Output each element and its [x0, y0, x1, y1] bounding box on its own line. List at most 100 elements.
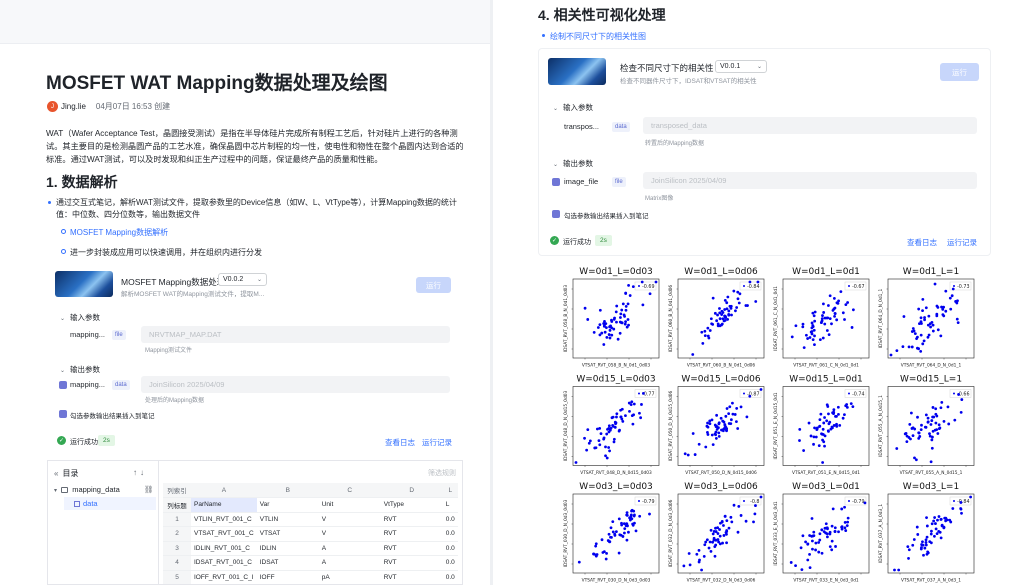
scatter-point	[639, 416, 643, 420]
view-log-link[interactable]: 查看日志	[385, 437, 415, 448]
scatter-point	[736, 530, 740, 534]
output-params-toggle[interactable]: ⌄ 输出参数	[553, 158, 593, 169]
table-cell[interactable]: 0.0	[442, 512, 458, 527]
table-row[interactable]: 2 VTSAT_RVT_001_C VTSAT V RVT 0.0	[163, 526, 458, 542]
run-status: 运行成功	[70, 439, 98, 446]
run-button[interactable]: 运行	[940, 63, 979, 81]
scatter-point	[640, 280, 644, 284]
run-record-link[interactable]: 运行记录	[422, 437, 452, 448]
table-cell[interactable]: 0.0	[442, 570, 458, 584]
row-number-cell[interactable]: 3	[163, 541, 191, 556]
row-number-cell[interactable]: 4	[163, 555, 191, 571]
table-cell[interactable]: IDSAT_RVT_001_C	[191, 555, 257, 571]
legend-marker	[743, 500, 745, 502]
table-cell[interactable]: IOFF_RVT_001_C_I	[191, 570, 257, 584]
collapse-icon[interactable]: «	[54, 469, 58, 478]
table-cell[interactable]: A	[191, 483, 257, 498]
table-cell[interactable]: RVT	[380, 541, 443, 556]
link-correlation-plot[interactable]: 绘制不同尺寸下的相关性图	[542, 31, 646, 42]
avatar[interactable]: J	[47, 101, 58, 112]
row-number-cell[interactable]: 1	[163, 512, 191, 527]
scatter-point	[832, 296, 836, 300]
table-cell[interactable]: L	[442, 483, 458, 498]
table-cell[interactable]: Var	[256, 497, 319, 513]
filter-rules-link[interactable]: 筛选规则	[428, 468, 456, 478]
scatter-point	[613, 316, 616, 320]
run-button[interactable]: 运行	[416, 277, 451, 293]
input-params-toggle[interactable]: ⌄ 输入参数	[553, 102, 593, 113]
scatter-point	[623, 322, 627, 326]
input-params-toggle[interactable]: ⌄ 输入参数	[60, 312, 100, 323]
table-cell[interactable]: C	[318, 483, 381, 498]
table-cell[interactable]: V	[318, 526, 381, 542]
input-param-field[interactable]: NRVTMAP_MAP.DAT	[141, 326, 450, 343]
scatter-point	[633, 513, 636, 517]
column-header-row[interactable]: 列标题 ParName Var Unit VtType L	[163, 497, 458, 513]
output-checkbox[interactable]	[552, 178, 560, 186]
table-cell[interactable]: VtType	[380, 497, 443, 513]
scatter-point	[955, 317, 959, 321]
sort-arrows-icon[interactable]: ↑↓	[133, 468, 147, 477]
table-cell[interactable]: IOFF	[256, 570, 319, 584]
row-number-cell[interactable]: 2	[163, 526, 191, 542]
version-select[interactable]: V0.0.2 ⌄	[218, 273, 267, 286]
table-cell[interactable]: 0.0	[442, 555, 458, 571]
table-cell[interactable]: V	[318, 512, 381, 527]
table-cell[interactable]: A	[318, 555, 381, 571]
plot-title: W=0d3_L=1	[903, 482, 959, 492]
table-cell[interactable]: 0.0	[442, 541, 458, 556]
table-cell[interactable]: RVT	[380, 570, 443, 584]
output-params-toggle[interactable]: ⌄ 输出参数	[60, 364, 100, 375]
table-cell[interactable]: pA	[318, 570, 381, 584]
table-cell[interactable]: VTLIN	[256, 512, 319, 527]
table-row[interactable]: 3 IDLIN_RVT_001_C IDLIN A RVT 0.0	[163, 541, 458, 556]
link-mapping-parse[interactable]: MOSFET Mapping数据解析	[60, 227, 168, 238]
section-heading-data-parsing: 1. 数据解析	[46, 174, 118, 190]
table-cell[interactable]: L	[442, 497, 458, 513]
column-letter-row[interactable]: 列索引 A B C D L	[163, 483, 458, 498]
row-number-cell[interactable]: 5	[163, 570, 191, 584]
table-cell[interactable]: VTSAT	[256, 526, 319, 542]
scatter-point	[813, 334, 816, 338]
table-cell[interactable]: VTSAT_RVT_001_C	[191, 526, 257, 542]
table-cell[interactable]: 0.0	[442, 526, 458, 542]
view-log-link[interactable]: 查看日志	[907, 237, 937, 248]
table-cell[interactable]: IDLIN_RVT_001_C	[191, 541, 257, 556]
table-cell[interactable]: RVT	[380, 526, 443, 542]
output-param-field[interactable]: JoinSilicon 2025/04/09	[643, 172, 977, 189]
insert-result-checkbox[interactable]	[552, 210, 560, 218]
scatter-point	[612, 437, 616, 441]
table-cell[interactable]: VTLIN_RVT_001_C	[191, 512, 257, 527]
table-cell[interactable]: B	[256, 483, 319, 498]
scatter-panel: W=0d3_L=0d03 -0.79 VTSAT_RVT_030_D_N_0d3_0…	[563, 482, 660, 584]
legend-marker	[848, 500, 850, 502]
table-cell[interactable]: A	[318, 541, 381, 556]
row-number-cell[interactable]: 列标题	[163, 497, 191, 513]
table-cell[interactable]: ParName	[191, 497, 257, 513]
scatter-point	[598, 333, 602, 337]
insert-result-checkbox[interactable]	[59, 410, 67, 418]
table-row[interactable]: 5 IOFF_RVT_001_C_I IOFF pA RVT 0.0	[163, 570, 458, 584]
version-select[interactable]: V0.0.1 ⌄	[715, 60, 767, 73]
table-cell[interactable]: RVT	[380, 512, 443, 527]
output-param-field[interactable]: JoinSilicon 2025/04/09	[141, 376, 450, 393]
table-cell[interactable]: IDSAT	[256, 555, 319, 571]
table-cell[interactable]: D	[380, 483, 443, 498]
table-row[interactable]: 4 IDSAT_RVT_001_C IDSAT A RVT 0.0	[163, 555, 458, 571]
output-checkbox[interactable]	[59, 381, 67, 389]
row-number-cell[interactable]: 列索引	[163, 483, 191, 498]
scatter-point	[602, 322, 606, 325]
table-cell[interactable]: IDLIN	[256, 541, 319, 556]
table-cell[interactable]: RVT	[380, 555, 443, 571]
author-name[interactable]: Jing.lie	[61, 102, 86, 111]
tree-item-mapping-data[interactable]: ▾ mapping_data ⛓	[54, 485, 153, 494]
scatter-point	[821, 438, 824, 442]
input-param-field[interactable]: transposed_data	[643, 117, 977, 134]
scatter-point	[710, 322, 714, 326]
table-cell[interactable]: Unit	[318, 497, 381, 513]
table-row[interactable]: 1 VTLIN_RVT_001_C VTLIN V RVT 0.0	[163, 512, 458, 527]
scatter-point	[835, 424, 839, 428]
run-record-link[interactable]: 运行记录	[947, 237, 977, 248]
tree-item-data[interactable]: data	[74, 499, 98, 508]
bullet-item: 通过交互式笔记，解析WAT测试文件，提取参数里的Device信息（如W、L、Vt…	[48, 197, 464, 221]
